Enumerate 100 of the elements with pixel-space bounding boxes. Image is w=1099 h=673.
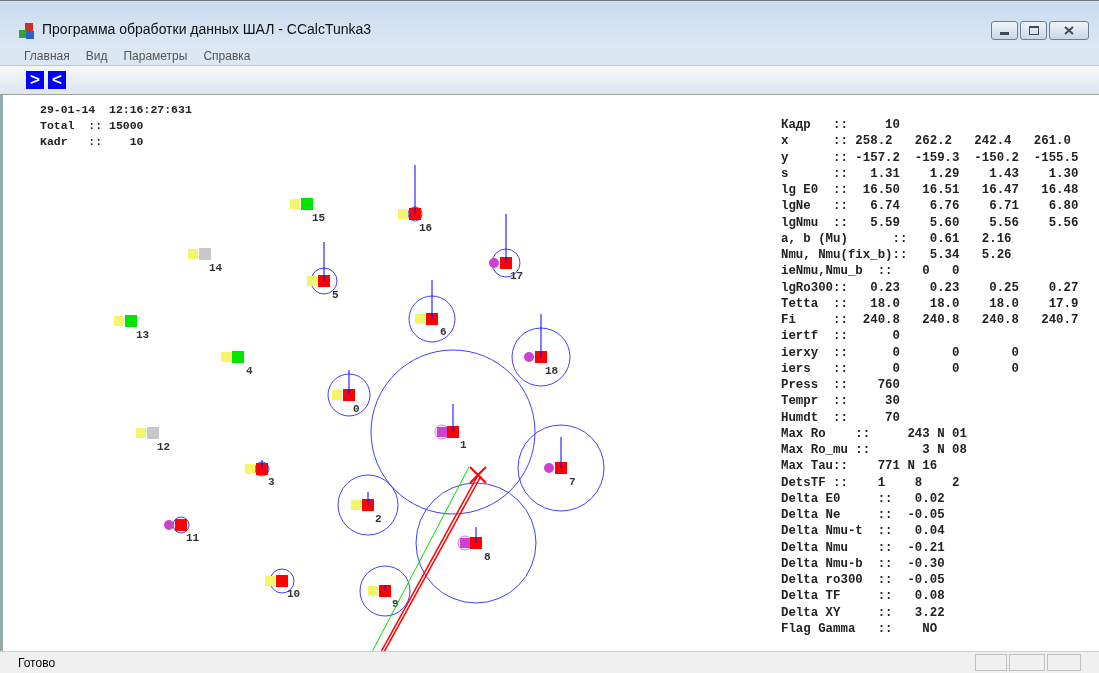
status-pane	[975, 654, 1007, 671]
maximize-icon	[1028, 26, 1039, 35]
marker-square-icon	[398, 209, 408, 219]
detector-label: 11	[186, 532, 200, 544]
marker-square-icon	[351, 500, 361, 510]
marker-square-icon	[307, 276, 317, 286]
readout-line: x :: 258.2 262.2 242.4 261.0	[781, 133, 1072, 150]
time-stick	[414, 164, 416, 215]
readout-line: iers :: 0 0 0	[781, 360, 1020, 377]
detector-label: 9	[392, 598, 399, 610]
readout-line: Tetta :: 18.0 18.0 18.0 17.9	[781, 295, 1080, 312]
marker-square-icon	[245, 464, 255, 474]
marker-ring-icon	[434, 424, 450, 440]
readout-line: ierxy :: 0 0 0	[781, 344, 1020, 361]
marker-dot-icon	[524, 352, 534, 362]
detector-label: 3	[268, 476, 275, 488]
readout-line: Delta TF :: 0.08	[781, 588, 946, 605]
detector-label: 8	[484, 551, 491, 563]
readout-line: Fi :: 240.8 240.8 240.8 240.7	[781, 312, 1080, 329]
readout-line: Max Tau:: 771 N 16	[781, 458, 939, 475]
marker-square-icon	[136, 428, 146, 438]
detector-label: 10	[287, 588, 301, 600]
toolbar-button[interactable]: <	[48, 71, 66, 89]
time-stick	[261, 459, 263, 470]
detector-label: 7	[569, 476, 576, 488]
marker-dot-icon	[164, 520, 174, 530]
density-circle	[359, 565, 411, 617]
close-icon	[1064, 26, 1074, 35]
menu-item[interactable]: Вид	[85, 46, 108, 65]
detector-label: 12	[157, 441, 171, 453]
density-circle	[408, 295, 456, 343]
marker-square-icon	[415, 314, 425, 324]
marker-square-icon	[265, 576, 275, 586]
readout-line: Delta Nmu-t :: 0.04	[781, 523, 946, 540]
density-circle	[491, 248, 521, 278]
status-pane	[1047, 654, 1081, 671]
minimize-button[interactable]	[991, 21, 1018, 40]
menu-item[interactable]: Справка	[203, 46, 251, 65]
detector-label: 14	[209, 262, 223, 274]
readout-line: ieNmu,Nmu_b :: 0 0	[781, 263, 961, 280]
readout-line: Delta XY :: 3.22	[781, 604, 946, 621]
readout-line: Max Ro_mu :: 3 N 08	[781, 442, 968, 459]
detector-label: 0	[353, 403, 360, 415]
detector-label: 2	[375, 513, 382, 525]
readout-line: lg E0 :: 16.50 16.51 16.47 16.48	[781, 182, 1080, 199]
readout-line: Кадр :: 10	[781, 117, 901, 134]
readout-line: DetsTF :: 1 8 2	[781, 474, 961, 491]
app-icon	[18, 22, 36, 40]
header-line: 29-01-14 12:16:27:631	[40, 102, 192, 118]
time-stick	[323, 241, 325, 282]
time-stick	[505, 213, 507, 264]
time-stick	[452, 403, 454, 433]
marker-square-icon	[290, 199, 300, 209]
time-stick	[540, 313, 542, 358]
detector-label: 18	[545, 365, 559, 377]
readout-line: Humdt :: 70	[781, 409, 901, 426]
detector-label: 15	[312, 212, 326, 224]
maximize-button[interactable]	[1020, 21, 1047, 40]
readout-line: Press :: 760	[781, 377, 901, 394]
time-stick	[560, 436, 562, 469]
marker-ring-icon	[457, 535, 473, 551]
readout-line: Tempr :: 30	[781, 393, 901, 410]
detector-label: 4	[246, 365, 253, 377]
readout-line: lgRo300:: 0.23 0.23 0.25 0.27	[781, 279, 1080, 296]
toolbar-button[interactable]: >	[26, 71, 44, 89]
marker-square-icon	[368, 586, 378, 596]
readout-line: Max Ro :: 243 N 01	[781, 425, 968, 442]
time-stick	[431, 279, 433, 320]
window-title: Программа обработки данных ШАЛ - CCalcTunka3	[42, 20, 372, 39]
status-text: Готово	[18, 654, 56, 672]
detector-label: 6	[440, 326, 447, 338]
status-pane	[1009, 654, 1045, 671]
close-button[interactable]	[1049, 21, 1089, 40]
header-line: Kadr :: 10	[40, 134, 145, 150]
marker-dot-icon	[544, 463, 554, 473]
detector-label: 16	[419, 222, 433, 234]
menu-item[interactable]: Главная	[24, 46, 70, 65]
readout-line: y :: -157.2 -159.3 -150.2 -155.5	[781, 149, 1080, 166]
time-stick	[384, 584, 386, 592]
readout-line: a, b (Mu) :: 0.61 2.16	[781, 230, 1013, 247]
readout-line: lgNmu :: 5.59 5.60 5.56 5.56	[781, 214, 1080, 231]
readout-line: lgNe :: 6.74 6.76 6.71 6.80	[781, 198, 1080, 215]
readout-line: s :: 1.31 1.29 1.43 1.30	[781, 165, 1080, 182]
header-line: Total :: 15000	[40, 118, 145, 134]
time-stick	[475, 526, 477, 544]
detector-label: 1	[460, 439, 467, 451]
marker-square-icon	[221, 352, 231, 362]
marker-square-icon	[188, 249, 198, 259]
core-cross-icon	[469, 466, 487, 484]
readout-line: Delta Nmu :: -0.21	[781, 539, 946, 556]
readout-line: iertf :: 0	[781, 328, 901, 345]
readout-line: Flag Gamma :: NO	[781, 620, 939, 637]
readout-line: Delta Ne :: -0.05	[781, 507, 946, 524]
marker-square-icon	[114, 316, 124, 326]
menu-item[interactable]: Параметры	[123, 46, 188, 65]
readout-line: Delta Nmu-b :: -0.30	[781, 555, 946, 572]
detector-label: 5	[332, 289, 339, 301]
marker-square-icon	[332, 390, 342, 400]
readout-line: Delta E0 :: 0.02	[781, 490, 946, 507]
detector-label: 17	[510, 270, 524, 282]
